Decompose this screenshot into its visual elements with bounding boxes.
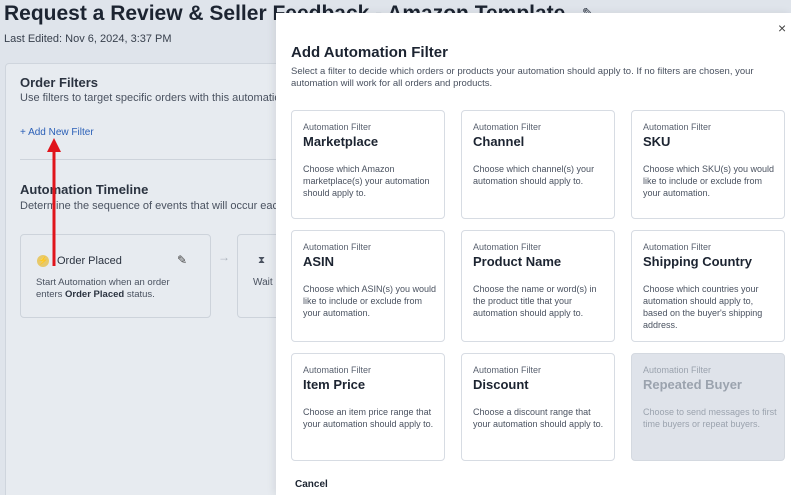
filter-card-marketplace[interactable]: Automation Filter Marketplace Choose whi… xyxy=(291,110,445,219)
filter-card-name: Shipping Country xyxy=(643,254,753,269)
annotation-arrow xyxy=(47,138,61,266)
cancel-button[interactable]: Cancel xyxy=(295,479,328,490)
filter-card-name: Discount xyxy=(473,377,529,392)
filter-card-kicker: Automation Filter xyxy=(473,242,542,252)
order-filters-heading: Order Filters xyxy=(20,75,99,90)
filter-card-name: Marketplace xyxy=(303,134,379,149)
filter-card-kicker: Automation Filter xyxy=(303,242,372,252)
filter-card-sku[interactable]: Automation Filter SKU Choose which SKU(s… xyxy=(631,110,785,219)
last-edited-text: Last Edited: Nov 6, 2024, 3:37 PM xyxy=(4,33,172,45)
filter-card-name: Channel xyxy=(473,134,525,149)
close-icon[interactable]: × xyxy=(778,20,786,36)
filter-card-description: Choose the name or word(s) in the produc… xyxy=(473,284,597,318)
filter-card-name: Product Name xyxy=(473,254,562,269)
filter-card-kicker: Automation Filter xyxy=(643,365,712,375)
filter-card-kicker: Automation Filter xyxy=(473,122,542,132)
filter-card-name: SKU xyxy=(643,134,671,149)
filter-card-item-price[interactable]: Automation Filter Item Price Choose an i… xyxy=(291,353,445,461)
filter-card-repeated-buyer: Automation Filter Repeated Buyer Choose … xyxy=(631,353,785,461)
filter-card-kicker: Automation Filter xyxy=(303,122,372,132)
filter-card-description: Choose which channel(s) your automation … xyxy=(473,164,595,186)
modal-description: Select a filter to decide which orders o… xyxy=(291,66,754,89)
filter-card-kicker: Automation Filter xyxy=(473,365,542,375)
filter-card-description: Choose which countries your automation s… xyxy=(643,284,763,330)
order-placed-description: Start Automation when an order enters Or… xyxy=(36,277,170,300)
order-placed-title: Order Placed xyxy=(57,255,122,267)
wait-step-label: Wait xyxy=(253,277,273,288)
filter-card-description: Choose which SKU(s) you would like to in… xyxy=(643,164,775,198)
filter-card-kicker: Automation Filter xyxy=(643,122,712,132)
filter-card-channel[interactable]: Automation Filter Channel Choose which c… xyxy=(461,110,615,219)
filter-card-description: Choose which ASIN(s) you would like to i… xyxy=(303,284,437,318)
modal-title: Add Automation Filter xyxy=(291,44,448,61)
automation-timeline-heading: Automation Timeline xyxy=(20,182,149,197)
filter-card-asin[interactable]: Automation Filter ASIN Choose which ASIN… xyxy=(291,230,445,342)
filter-card-discount[interactable]: Automation Filter Discount Choose a disc… xyxy=(461,353,615,461)
filter-card-shipping-country[interactable]: Automation Filter Shipping Country Choos… xyxy=(631,230,785,342)
order-filters-subtext: Use filters to target specific orders wi… xyxy=(20,92,287,104)
filter-card-description: Choose which Amazon marketplace(s) your … xyxy=(303,164,430,198)
filter-card-name: Item Price xyxy=(303,377,366,392)
filter-card-kicker: Automation Filter xyxy=(303,365,372,375)
filter-card-description: Choose to send messages to first time bu… xyxy=(643,407,777,429)
filter-card-name: Repeated Buyer xyxy=(643,377,742,392)
filter-card-description: Choose a discount range that your automa… xyxy=(473,407,604,429)
filter-card-kicker: Automation Filter xyxy=(643,242,712,252)
hourglass-icon: ⧗ xyxy=(258,255,266,266)
arrow-right-icon: → xyxy=(218,250,230,264)
filter-card-product-name[interactable]: Automation Filter Product Name Choose th… xyxy=(461,230,615,342)
filter-card-name: ASIN xyxy=(303,254,335,269)
filter-card-description: Choose an item price range that your aut… xyxy=(303,407,434,429)
pencil-icon[interactable]: ✎ xyxy=(177,253,187,267)
